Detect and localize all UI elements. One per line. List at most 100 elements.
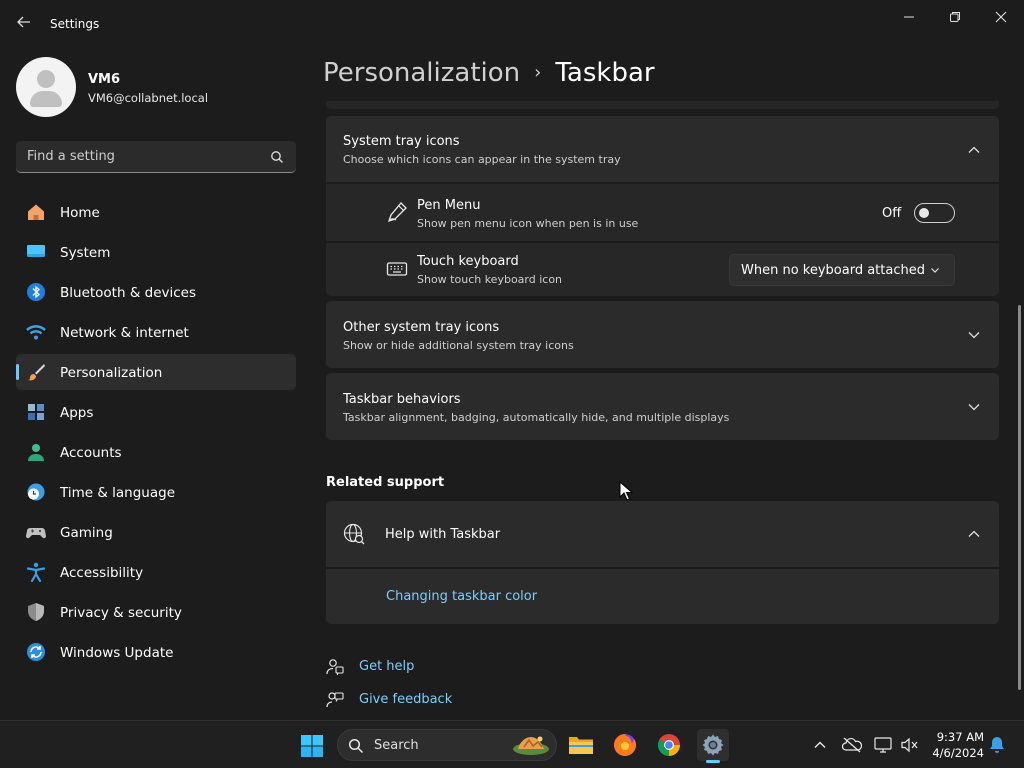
pen-icon <box>387 202 407 223</box>
sidebar-item-accessibility[interactable]: Accessibility <box>16 554 296 590</box>
taskbar-behaviors-title: Taskbar behaviors <box>343 392 461 407</box>
sidebar-item-privacy-security[interactable]: Privacy & security <box>16 594 296 630</box>
sidebar-item-apps[interactable]: Apps <box>16 394 296 430</box>
user-name: VM6 <box>88 72 121 87</box>
wifi-icon <box>26 325 46 340</box>
clock-globe-icon <box>27 483 45 501</box>
avatar <box>16 57 76 117</box>
accessibility-icon <box>26 562 46 582</box>
breadcrumb-separator: › <box>534 62 542 83</box>
find-setting-input[interactable]: Find a setting <box>16 141 296 173</box>
feedback-icon <box>326 692 344 708</box>
get-help-link[interactable]: Get help <box>326 657 526 679</box>
sidebar-item-gaming[interactable]: Gaming <box>16 514 296 550</box>
taskbar-firefox[interactable] <box>609 729 641 761</box>
firefox-icon <box>614 734 636 756</box>
changing-taskbar-color-link[interactable]: Changing taskbar color <box>386 589 537 604</box>
touch-keyboard-subtitle: Show touch keyboard icon <box>417 273 563 286</box>
taskbar-settings[interactable] <box>697 729 729 763</box>
brush-icon <box>28 364 45 381</box>
chrome-icon <box>658 734 680 756</box>
sidebar-item-accounts[interactable]: Accounts <box>16 434 296 470</box>
chevron-up-icon[interactable] <box>967 143 981 157</box>
chevron-up-icon[interactable] <box>967 527 981 541</box>
update-icon <box>27 643 45 661</box>
windows-start-icon[interactable] <box>300 734 324 758</box>
minimize-icon <box>904 16 914 18</box>
previous-card-edge <box>326 101 999 109</box>
search-icon <box>271 151 283 163</box>
taskbar-search-label: Search <box>374 738 419 753</box>
taskbar-search-box[interactable]: Search <box>337 729 557 761</box>
sidebar-item-system[interactable]: System <box>16 234 296 270</box>
chevron-down-icon[interactable] <box>967 328 981 342</box>
touch-keyboard-title: Touch keyboard <box>417 254 519 269</box>
notification-bell-icon[interactable] <box>987 735 1007 755</box>
user-email: VM6@collabnet.local <box>88 91 209 105</box>
clock-date: 4/6/2024 <box>932 746 984 760</box>
breadcrumb-parent[interactable]: Personalization <box>323 58 520 88</box>
help-with-taskbar-title: Help with Taskbar <box>385 527 501 542</box>
page-title: Taskbar <box>555 58 655 88</box>
system-tray-icons-header[interactable]: System tray icons Choose which icons can… <box>326 116 999 182</box>
file-explorer-icon <box>569 737 593 754</box>
give-feedback-link[interactable]: Give feedback <box>326 690 526 712</box>
sidebar-item-time-language[interactable]: Time & language <box>16 474 296 510</box>
touch-keyboard-dropdown[interactable]: When no keyboard attached <box>729 254 955 286</box>
other-tray-title: Other system tray icons <box>343 320 500 335</box>
minimize-button[interactable] <box>894 6 924 28</box>
close-icon <box>995 11 1007 23</box>
volume-muted-icon[interactable] <box>900 735 920 755</box>
other-system-tray-icons-card[interactable]: Other system tray icons Show or hide add… <box>326 301 999 368</box>
network-icon[interactable] <box>873 735 893 755</box>
accounts-icon <box>28 444 44 461</box>
sidebar-item-bluetooth[interactable]: Bluetooth & devices <box>16 274 296 310</box>
pen-menu-toggle[interactable] <box>914 203 955 223</box>
close-button[interactable] <box>986 6 1016 28</box>
help-with-taskbar-header[interactable]: Help with Taskbar <box>326 501 999 567</box>
globe-search-icon <box>343 523 365 545</box>
search-placeholder: Find a setting <box>27 149 115 164</box>
mouse-cursor-icon <box>619 481 633 501</box>
scrollbar-thumb[interactable] <box>1018 305 1021 690</box>
help-links-panel: Changing taskbar color <box>326 569 999 624</box>
taskbar: Search 9:37 AM 4/6/2024 <box>0 720 1024 768</box>
keyboard-icon <box>386 262 408 276</box>
taskbar-behaviors-card[interactable]: Taskbar behaviors Taskbar alignment, bad… <box>326 373 999 440</box>
search-highlight-icon <box>513 736 549 755</box>
shield-icon <box>28 603 44 621</box>
apps-icon <box>28 404 44 420</box>
system-icon <box>27 245 45 257</box>
taskbar-chrome[interactable] <box>653 729 685 761</box>
clock-time: 9:37 AM <box>936 730 984 744</box>
back-arrow-icon[interactable] <box>16 14 34 34</box>
other-tray-subtitle: Show or hide additional system tray icon… <box>343 339 574 352</box>
help-person-icon <box>326 659 344 675</box>
search-icon <box>348 738 364 754</box>
chevron-up-icon[interactable] <box>810 735 830 755</box>
bluetooth-icon <box>27 283 45 301</box>
restore-button[interactable] <box>940 6 970 28</box>
taskbar-clock[interactable]: 9:37 AM 4/6/2024 <box>930 729 984 761</box>
user-profile[interactable]: VM6 VM6@collabnet.local <box>16 57 296 117</box>
app-title: Settings <box>50 17 100 31</box>
gamepad-icon <box>26 528 46 539</box>
chevron-down-icon[interactable] <box>967 400 981 414</box>
restore-icon <box>950 12 960 22</box>
related-support-heading: Related support <box>326 475 445 490</box>
sidebar-item-windows-update[interactable]: Windows Update <box>16 634 296 670</box>
title-bar: Settings <box>0 0 1024 48</box>
taskbar-file-explorer[interactable] <box>565 729 597 761</box>
onedrive-off-icon[interactable] <box>842 735 862 755</box>
breadcrumb: Personalization › Taskbar <box>323 58 655 88</box>
sidebar-item-personalization[interactable]: Personalization <box>16 354 296 390</box>
sidebar-item-home[interactable]: Home <box>16 194 296 230</box>
pen-menu-subtitle: Show pen menu icon when pen is in use <box>417 217 639 230</box>
taskbar-behaviors-subtitle: Taskbar alignment, badging, automaticall… <box>343 411 730 424</box>
touch-keyboard-selected: When no keyboard attached <box>741 263 925 278</box>
system-tray-subtitle: Choose which icons can appear in the sys… <box>343 153 621 166</box>
system-tray-title: System tray icons <box>343 134 460 149</box>
sidebar-item-network[interactable]: Network & internet <box>16 314 296 350</box>
home-icon <box>28 204 44 220</box>
pen-menu-state-label: Off <box>882 206 902 221</box>
